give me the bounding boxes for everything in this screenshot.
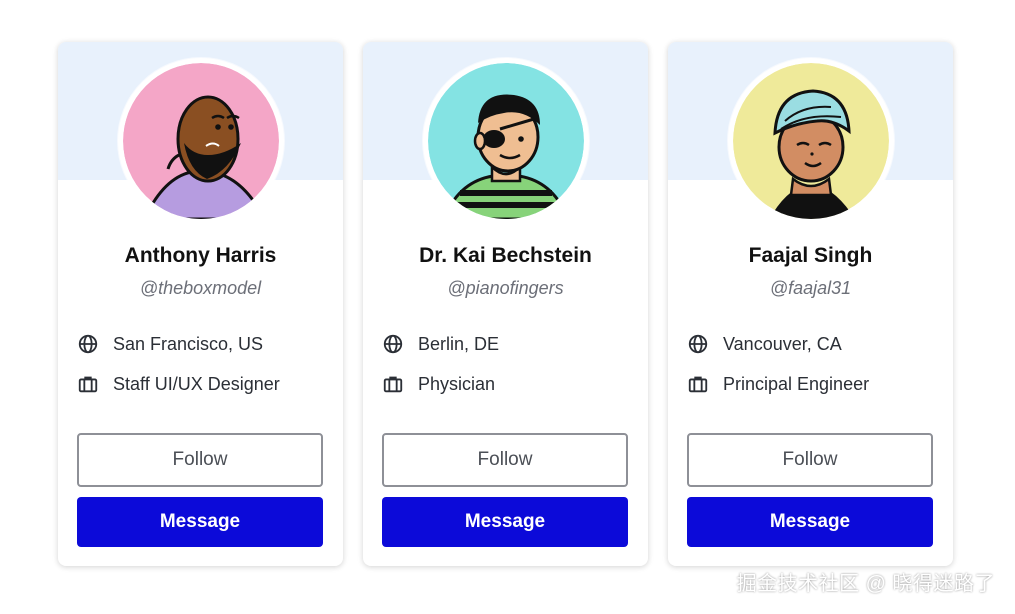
avatar bbox=[122, 63, 279, 219]
role-text: Principal Engineer bbox=[723, 373, 870, 394]
avatar-frame bbox=[422, 58, 589, 224]
message-button[interactable]: Message bbox=[77, 497, 323, 547]
avatar bbox=[732, 63, 889, 219]
avatar-illustration bbox=[427, 63, 584, 219]
role-text: Staff UI/UX Designer bbox=[113, 373, 280, 394]
follow-button[interactable]: Follow bbox=[77, 433, 323, 487]
avatar-illustration bbox=[122, 63, 279, 219]
profile-name: Faajal Singh bbox=[748, 244, 873, 267]
profile-name: Dr. Kai Bechstein bbox=[419, 244, 592, 267]
briefcase-icon bbox=[382, 373, 404, 395]
globe-icon bbox=[687, 333, 709, 355]
profile-handle: @faajal31 bbox=[769, 278, 852, 298]
profile-handle: @theboxmodel bbox=[139, 278, 262, 298]
profile-details: San Francisco, US Staff UI/UX Designer bbox=[77, 324, 329, 404]
profile-details: Vancouver, CA Principal Engineer bbox=[687, 324, 939, 404]
role-row: Principal Engineer bbox=[687, 364, 939, 404]
location-row: Berlin, DE bbox=[382, 324, 634, 364]
role-text: Physician bbox=[418, 373, 496, 394]
profile-handle: @pianofingers bbox=[447, 278, 564, 298]
briefcase-icon bbox=[687, 373, 709, 395]
location-text: San Francisco, US bbox=[113, 333, 264, 354]
profile-name: Anthony Harris bbox=[124, 244, 277, 267]
location-row: San Francisco, US bbox=[77, 324, 329, 364]
globe-icon bbox=[382, 333, 404, 355]
follow-button[interactable]: Follow bbox=[382, 433, 628, 487]
briefcase-icon bbox=[77, 373, 99, 395]
message-button[interactable]: Message bbox=[382, 497, 628, 547]
role-row: Staff UI/UX Designer bbox=[77, 364, 329, 404]
globe-icon bbox=[77, 333, 99, 355]
watermark-text: 掘金技术社区 @ 晓得迷路了 bbox=[736, 573, 995, 595]
profile-card: Faajal Singh @faajal31 Vancouver, CA Pri… bbox=[668, 42, 953, 566]
profile-card: Dr. Kai Bechstein @pianofingers Berlin, … bbox=[363, 42, 648, 566]
profile-card: Anthony Harris @theboxmodel San Francisc… bbox=[58, 42, 343, 566]
avatar-illustration bbox=[732, 63, 889, 219]
location-text: Vancouver, CA bbox=[723, 333, 842, 354]
location-row: Vancouver, CA bbox=[687, 324, 939, 364]
avatar bbox=[427, 63, 584, 219]
avatar-frame bbox=[727, 58, 894, 224]
avatar-frame bbox=[117, 58, 284, 224]
profile-details: Berlin, DE Physician bbox=[382, 324, 634, 404]
role-row: Physician bbox=[382, 364, 634, 404]
location-text: Berlin, DE bbox=[418, 333, 500, 354]
profile-card-list: Anthony Harris @theboxmodel San Francisc… bbox=[58, 42, 953, 566]
follow-button[interactable]: Follow bbox=[687, 433, 933, 487]
profile-cards-stage: Anthony Harris @theboxmodel San Francisc… bbox=[0, 0, 1015, 614]
message-button[interactable]: Message bbox=[687, 497, 933, 547]
